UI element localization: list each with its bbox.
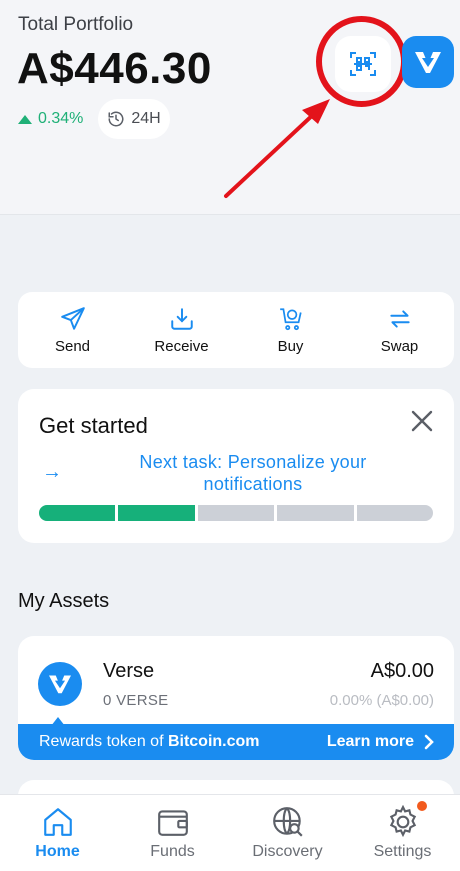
receive-icon (170, 307, 193, 330)
tab-discovery-label: Discovery (252, 843, 323, 860)
asset-value: A$0.00 (370, 660, 434, 682)
asset-row-verse[interactable]: Verse 0 VERSE A$0.00 0.00% (A$0.00) Rewa… (18, 636, 454, 760)
tab-home-label: Home (35, 843, 80, 860)
verse-brand-button[interactable] (402, 36, 454, 88)
receive-button[interactable]: Receive (132, 306, 232, 355)
portfolio-header: Total Portfolio A$446.30 0.34% 24H (0, 0, 460, 215)
change-percent: 0.34% (38, 110, 84, 127)
portfolio-label: Total Portfolio (18, 14, 134, 35)
rewards-text: Rewards token of Bitcoin.com (39, 733, 260, 750)
receive-label: Receive (154, 337, 209, 355)
send-label: Send (54, 337, 91, 355)
tab-settings[interactable]: Settings (353, 801, 453, 861)
swap-icon (389, 309, 410, 328)
progress-segment (277, 505, 354, 521)
swap-button[interactable]: Swap (350, 306, 450, 355)
highlight-circle (316, 16, 407, 107)
portfolio-value: A$446.30 (17, 44, 212, 93)
swap-label: Swap (380, 337, 419, 355)
home-icon (43, 808, 72, 836)
get-started-card: Get started → Next task: Personalize you… (18, 389, 454, 543)
rewards-banner[interactable]: Rewards token of Bitcoin.com Learn more (18, 724, 454, 760)
portfolio-change: 0.34% (18, 110, 83, 128)
progress-segment (356, 505, 434, 521)
buy-button[interactable]: Buy (241, 306, 341, 355)
period-label: 24H (131, 110, 161, 127)
learn-more-link[interactable]: Learn more (327, 733, 434, 751)
progress-segment (39, 505, 116, 521)
my-assets-heading: My Assets (18, 590, 110, 612)
quick-actions: Send Receive Buy Swap (18, 292, 454, 368)
send-icon (60, 306, 85, 330)
progress-bar (39, 505, 434, 521)
buy-label: Buy (277, 337, 304, 355)
asset-change: 0.00% (A$0.00) (329, 692, 434, 709)
notification-dot (416, 801, 427, 811)
asset-name: Verse (103, 660, 155, 682)
tab-funds-label: Funds (150, 843, 195, 860)
gear-icon (389, 805, 416, 838)
bottom-tab-bar: Home Funds Discovery Settings (0, 794, 460, 871)
tab-funds[interactable]: Funds (123, 805, 223, 861)
period-selector[interactable]: 24H (98, 99, 170, 139)
arrow-right-icon: → (42, 461, 62, 483)
buy-cart-icon (279, 307, 302, 330)
globe-search-icon (272, 807, 303, 837)
tab-discovery[interactable]: Discovery (238, 805, 338, 861)
next-task-link[interactable]: Next task: Personalize your notification… (98, 451, 408, 495)
get-started-title: Get started (39, 413, 148, 438)
send-button[interactable]: Send (23, 306, 123, 355)
close-icon[interactable] (410, 409, 434, 433)
up-triangle-icon (18, 114, 32, 124)
wallet-icon (157, 810, 188, 836)
verse-token-icon (38, 662, 82, 706)
history-icon (108, 111, 124, 127)
asset-balance: 0 VERSE (103, 692, 169, 709)
verse-logo-icon (415, 52, 441, 73)
progress-segment (118, 505, 195, 521)
tab-home[interactable]: Home (8, 805, 108, 861)
chevron-right-icon (424, 734, 434, 750)
tab-settings-label: Settings (373, 843, 432, 860)
progress-segment (197, 505, 275, 521)
